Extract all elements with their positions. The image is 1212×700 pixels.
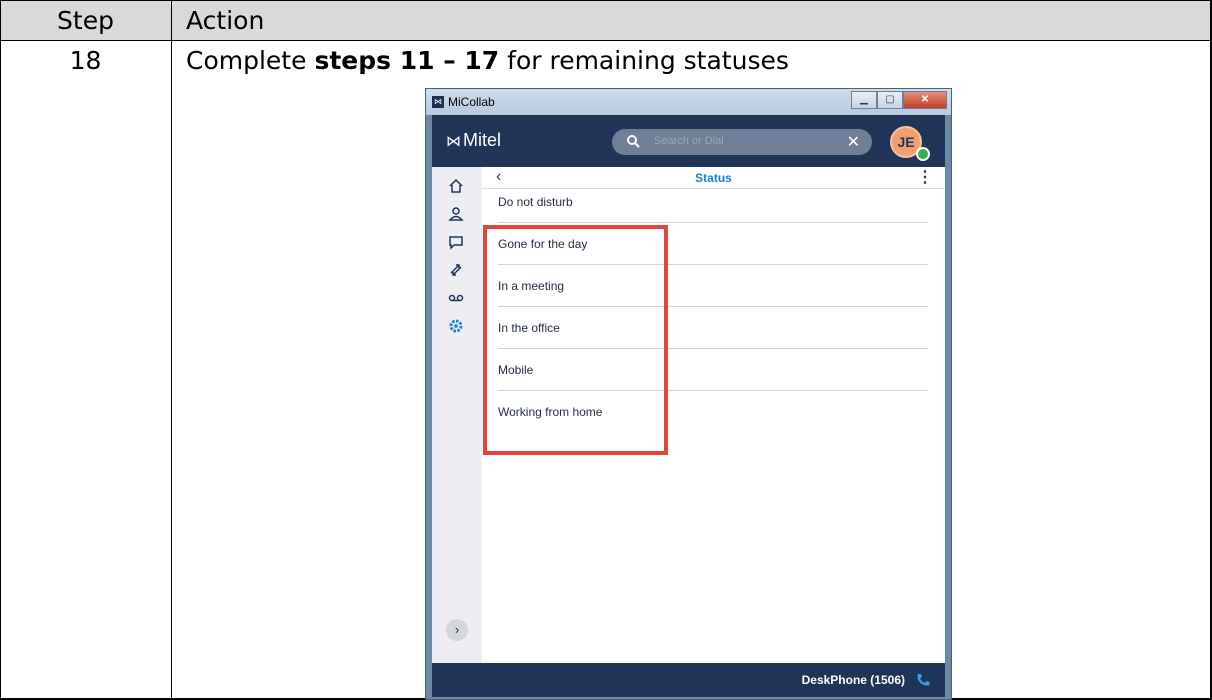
chat-icon[interactable]	[447, 233, 465, 251]
instruction-suffix: for remaining statuses	[499, 46, 789, 75]
status-item-in-the-office[interactable]: In the office	[498, 307, 928, 349]
row-divider	[0, 40, 1212, 41]
status-item-gone-for-the-day[interactable]: Gone for the day	[498, 223, 928, 265]
table-border-left	[0, 0, 1, 700]
search-placeholder: Search or Dial	[654, 135, 724, 147]
brand-logo: ⋈ Mitel	[446, 130, 501, 151]
status-item-do-not-disturb[interactable]: Do not disturb	[498, 181, 928, 223]
voicemail-icon[interactable]	[447, 289, 465, 307]
status-panel: ‹ Status ⋮ Do not disturb Gone for the d…	[482, 167, 945, 663]
status-item-in-a-meeting[interactable]: In a meeting	[498, 265, 928, 307]
device-label[interactable]: DeskPhone (1506)	[802, 673, 905, 687]
app-body: ⋈Mitel Search or Dial ✕ JE › ‹ Status ⋮	[432, 115, 945, 697]
header-step: Step	[57, 6, 114, 35]
close-window-button[interactable]: ✕	[903, 91, 947, 109]
sidebar-nav: ›	[432, 167, 482, 663]
presence-check-icon	[916, 147, 930, 161]
maximize-button[interactable]: ▢	[877, 91, 903, 109]
top-nav-bar: ⋈ Mitel Search or Dial ✕ JE	[432, 115, 945, 167]
instruction-steps: steps 11 – 17	[314, 46, 500, 75]
clear-search-icon[interactable]: ✕	[847, 132, 860, 152]
column-divider	[171, 0, 172, 700]
status-item-working-from-home[interactable]: Working from home	[498, 391, 928, 433]
search-input[interactable]: Search or Dial ✕	[612, 129, 872, 155]
window-controls: ▁ ▢ ✕	[851, 91, 947, 109]
minimize-button[interactable]: ▁	[851, 91, 877, 109]
window-title: MiCollab	[448, 95, 495, 109]
micollab-window: ⋈ MiCollab ▁ ▢ ✕ ⋈ Mitel Search or Dial ✕…	[425, 88, 952, 700]
expand-sidebar-button[interactable]: ›	[446, 619, 468, 641]
settings-icon[interactable]	[447, 317, 465, 335]
step-number: 18	[69, 46, 102, 75]
search-icon	[627, 135, 640, 148]
step-instruction: Complete steps 11 – 17 for remaining sta…	[186, 46, 789, 75]
device-bar: DeskPhone (1506)	[432, 663, 945, 697]
mitel-logo-icon: ⋈	[446, 133, 461, 150]
calls-icon[interactable]	[447, 261, 465, 279]
header-action: Action	[186, 6, 265, 35]
table-header-row	[0, 0, 1212, 41]
contacts-icon[interactable]	[447, 205, 465, 223]
window-titlebar[interactable]: ⋈ MiCollab ▁ ▢ ✕	[426, 89, 951, 115]
phone-icon[interactable]	[915, 672, 931, 688]
status-item-mobile[interactable]: Mobile	[498, 349, 928, 391]
instruction-prefix: Complete	[186, 46, 315, 75]
brand-name: Mitel	[463, 130, 502, 150]
app-logo-icon: ⋈	[432, 96, 444, 108]
home-icon[interactable]	[447, 177, 465, 195]
